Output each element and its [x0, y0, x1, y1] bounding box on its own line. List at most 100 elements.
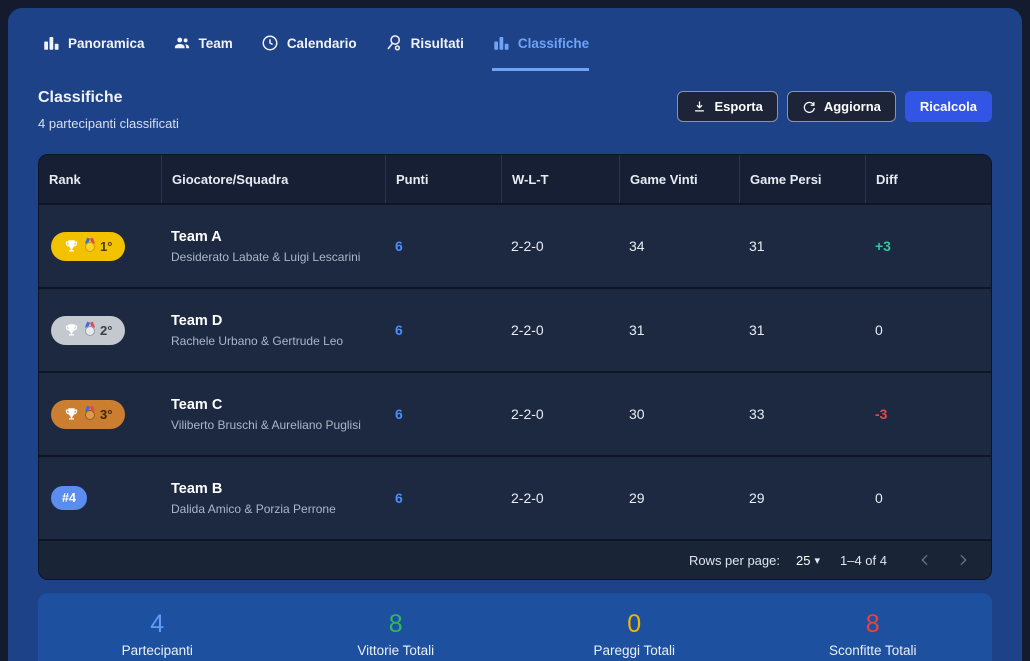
- games-won-cell: 29: [619, 457, 739, 539]
- previous-page-button[interactable]: [913, 548, 937, 572]
- games-won-cell: 31: [619, 289, 739, 371]
- games-lost-cell: 29: [739, 457, 865, 539]
- next-page-button[interactable]: [951, 548, 975, 572]
- table-row: 2° Team D Rachele Urbano & Gertrude Leo …: [39, 287, 991, 371]
- rank-cell: 3°: [39, 373, 161, 455]
- bar-chart-icon: [492, 34, 510, 52]
- trophy-icon: [64, 239, 79, 254]
- points-cell: 6: [385, 205, 501, 287]
- team-name: Team B: [171, 481, 222, 497]
- stat-label: Vittorie Totali: [357, 643, 434, 658]
- rank-badge: 3°: [51, 400, 125, 429]
- table-header-row: Rank Giocatore/Squadra Punti W-L-T Game …: [39, 155, 991, 203]
- tab-risultati[interactable]: Risultati: [385, 34, 464, 71]
- tab-panoramica[interactable]: Panoramica: [42, 34, 145, 71]
- stat-total-draws: 0 Pareggi Totali: [515, 608, 754, 658]
- download-icon: [692, 99, 707, 114]
- table-row: #4 Team B Dalida Amico & Porzia Perrone …: [39, 455, 991, 539]
- main-card: Panoramica Team Calendario Risultati Cla…: [8, 8, 1022, 661]
- team-cell: Team B Dalida Amico & Porzia Perrone: [161, 457, 385, 539]
- table-pagination: Rows per page: 25 ▾ 1–4 of 4: [39, 539, 991, 579]
- team-players: Dalida Amico & Porzia Perrone: [171, 502, 336, 516]
- medal-icon: [85, 242, 95, 252]
- column-header-rank: Rank: [39, 155, 161, 203]
- people-icon: [173, 34, 191, 52]
- column-header-diff: Diff: [865, 155, 991, 203]
- points-cell: 6: [385, 373, 501, 455]
- rank-cell: 2°: [39, 289, 161, 371]
- diff-cell: +3: [865, 205, 991, 287]
- stat-label: Pareggi Totali: [593, 643, 675, 658]
- points-cell: 6: [385, 289, 501, 371]
- refresh-icon: [802, 99, 817, 114]
- team-name: Team A: [171, 229, 222, 245]
- rank-cell: #4: [39, 457, 161, 539]
- stat-value: 0: [627, 612, 641, 637]
- team-name: Team C: [171, 397, 222, 413]
- stat-value: 8: [389, 612, 403, 637]
- rank-badge: 1°: [51, 232, 125, 261]
- standings-table: Rank Giocatore/Squadra Punti W-L-T Game …: [38, 154, 992, 580]
- diff-cell: 0: [865, 289, 991, 371]
- column-header-wlt: W-L-T: [501, 155, 619, 203]
- export-button-label: Esporta: [714, 99, 762, 114]
- refresh-button-label: Aggiorna: [824, 99, 881, 114]
- tab-team[interactable]: Team: [173, 34, 233, 71]
- tab-label: Classifiche: [518, 36, 589, 51]
- rank-label: #4: [62, 491, 76, 505]
- tab-label: Team: [199, 36, 233, 51]
- refresh-button[interactable]: Aggiorna: [787, 91, 896, 122]
- team-players: Desiderato Labate & Luigi Lescarini: [171, 250, 360, 264]
- summary-stats-bar: 4 Partecipanti 8 Vittorie Totali 0 Pareg…: [38, 593, 992, 661]
- games-won-cell: 30: [619, 373, 739, 455]
- team-name: Team D: [171, 313, 222, 329]
- wlt-cell: 2-2-0: [501, 373, 619, 455]
- pagination-range: 1–4 of 4: [840, 553, 887, 568]
- header-actions: Esporta Aggiorna Ricalcola: [677, 91, 992, 122]
- dropdown-arrow-icon: ▾: [814, 554, 820, 567]
- wlt-cell: 2-2-0: [501, 457, 619, 539]
- bar-chart-icon: [42, 34, 60, 52]
- rows-per-page: Rows per page: 25 ▾: [689, 553, 820, 568]
- tab-label: Panoramica: [68, 36, 145, 51]
- racket-icon: [385, 34, 403, 52]
- tab-bar: Panoramica Team Calendario Risultati Cla…: [38, 34, 992, 71]
- stat-label: Sconfitte Totali: [829, 643, 917, 658]
- team-cell: Team C Viliberto Bruschi & Aureliano Pug…: [161, 373, 385, 455]
- column-header-games-won: Game Vinti: [619, 155, 739, 203]
- rows-per-page-select[interactable]: 25 ▾: [796, 553, 820, 568]
- recalculate-button[interactable]: Ricalcola: [905, 91, 992, 122]
- table-row: 3° Team C Viliberto Bruschi & Aureliano …: [39, 371, 991, 455]
- tab-classifiche[interactable]: Classifiche: [492, 34, 589, 71]
- export-button[interactable]: Esporta: [677, 91, 777, 122]
- team-cell: Team A Desiderato Labate & Luigi Lescari…: [161, 205, 385, 287]
- column-header-player: Giocatore/Squadra: [161, 155, 385, 203]
- clock-icon: [261, 34, 279, 52]
- rank-label: 2°: [100, 323, 112, 338]
- pager: [913, 548, 975, 572]
- team-players: Viliberto Bruschi & Aureliano Puglisi: [171, 418, 361, 432]
- rank-cell: 1°: [39, 205, 161, 287]
- wlt-cell: 2-2-0: [501, 289, 619, 371]
- medal-icon: [85, 410, 95, 420]
- medal-icon: [85, 326, 95, 336]
- rank-badge: 2°: [51, 316, 125, 345]
- trophy-icon: [64, 407, 79, 422]
- stat-total-wins: 8 Vittorie Totali: [277, 608, 516, 658]
- team-players: Rachele Urbano & Gertrude Leo: [171, 334, 343, 348]
- stat-label: Partecipanti: [122, 643, 193, 658]
- column-header-points: Punti: [385, 155, 501, 203]
- stat-value: 4: [150, 612, 164, 637]
- table-row: 1° Team A Desiderato Labate & Luigi Lesc…: [39, 203, 991, 287]
- rank-badge: #4: [51, 486, 87, 510]
- recalculate-button-label: Ricalcola: [920, 99, 977, 114]
- rank-label: 1°: [100, 239, 112, 254]
- points-cell: 6: [385, 457, 501, 539]
- rows-per-page-value: 25: [796, 553, 810, 568]
- games-lost-cell: 31: [739, 289, 865, 371]
- tab-calendario[interactable]: Calendario: [261, 34, 357, 71]
- wlt-cell: 2-2-0: [501, 205, 619, 287]
- page-subtitle: 4 partecipanti classificati: [38, 116, 179, 131]
- column-header-games-lost: Game Persi: [739, 155, 865, 203]
- stat-total-losses: 8 Sconfitte Totali: [754, 608, 993, 658]
